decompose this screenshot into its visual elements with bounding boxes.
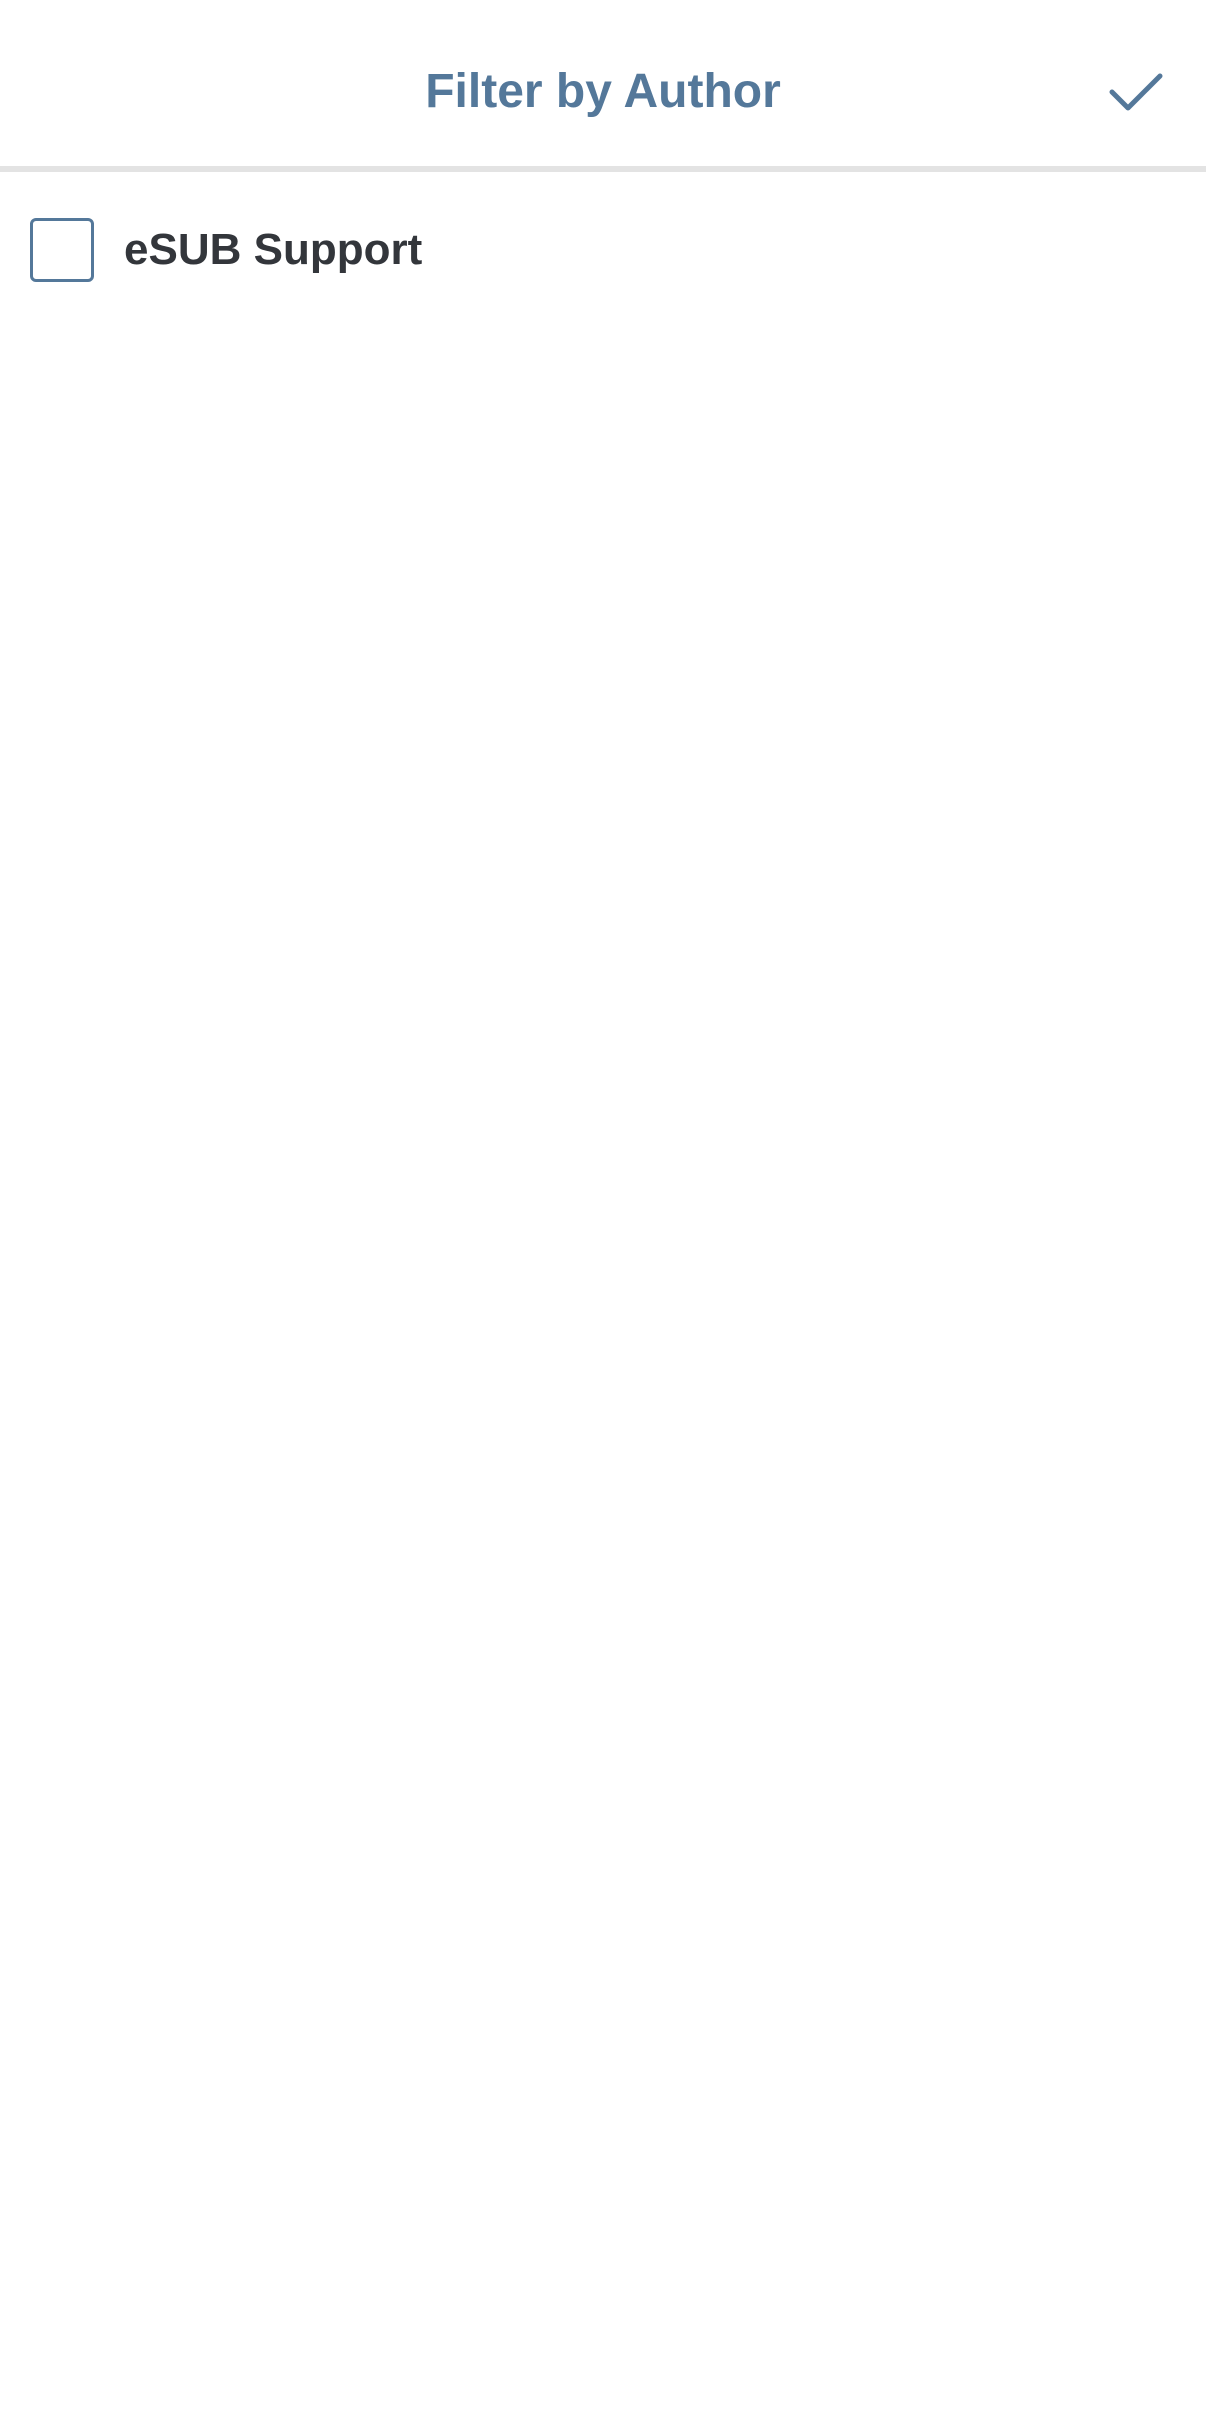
header-bar: Filter by Author [0, 0, 1206, 172]
confirm-button[interactable] [1086, 56, 1186, 128]
checkmark-icon [1109, 73, 1163, 111]
page-title: Filter by Author [425, 65, 781, 118]
author-checkbox[interactable] [30, 218, 94, 282]
author-label: eSUB Support [124, 225, 423, 274]
author-item[interactable]: eSUB Support [0, 172, 1206, 328]
author-list: eSUB Support [0, 172, 1206, 328]
